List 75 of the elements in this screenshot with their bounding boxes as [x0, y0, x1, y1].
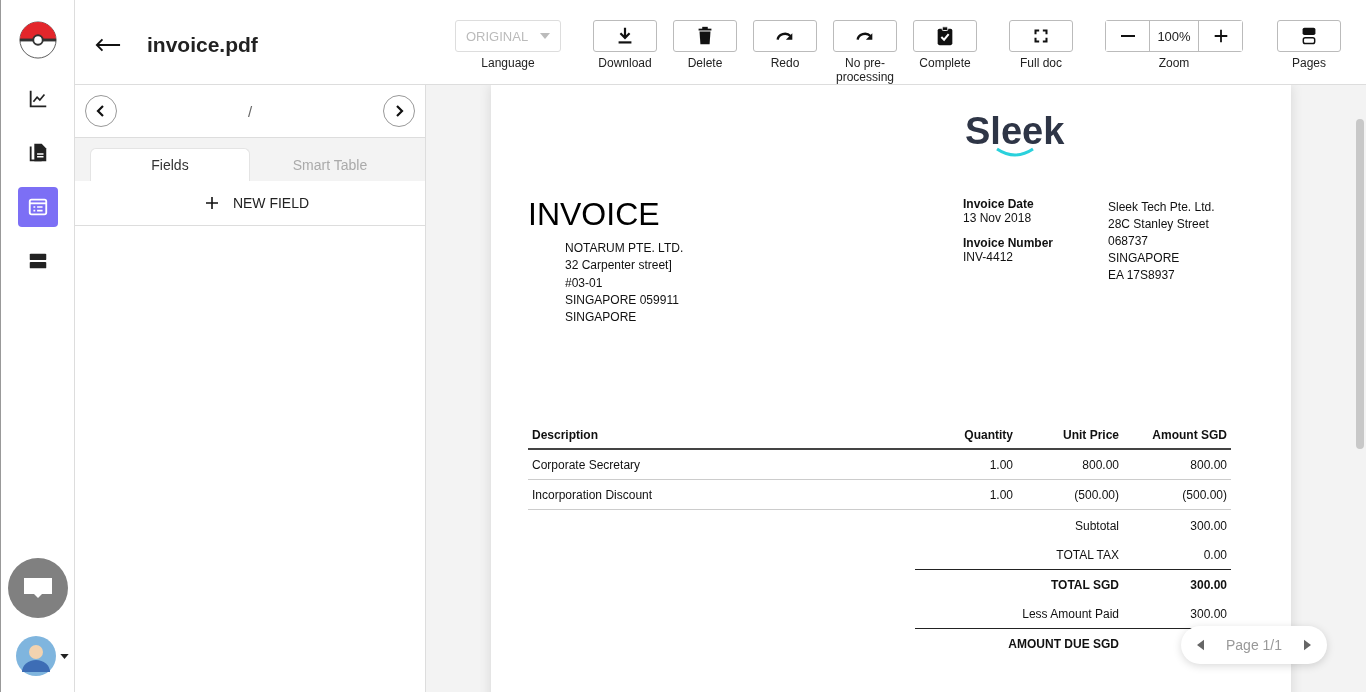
table-cell: (500.00) — [1123, 480, 1231, 511]
total-label: Less Amount Paid — [1021, 606, 1120, 624]
logo-text: Sleek — [965, 111, 1065, 151]
file-title: invoice.pdf — [147, 33, 258, 57]
back-arrow-icon[interactable] — [95, 38, 121, 52]
address-line: SINGAPORE — [565, 309, 638, 327]
fullscreen-button[interactable] — [1009, 20, 1073, 52]
new-field-button[interactable]: NEW FIELD — [198, 191, 316, 215]
form-icon[interactable] — [17, 187, 58, 227]
redo-button[interactable] — [753, 20, 817, 52]
tool-label: Redo — [770, 56, 800, 70]
table-cell: 800.00 — [1123, 450, 1231, 481]
tool-label: Zoom — [1158, 56, 1190, 70]
detail-label: Invoice Number — [963, 236, 1055, 250]
caret-icon — [540, 33, 550, 39]
address-line: #03-01 — [565, 274, 604, 292]
download-button[interactable] — [593, 20, 657, 52]
total-value: 0.00 — [1202, 547, 1228, 565]
table-cell: 800.00 — [1017, 450, 1123, 481]
table-cell: 1.00 — [915, 480, 1017, 511]
total-label: AMOUNT DUE SGD — [915, 628, 1123, 659]
table-cell: (500.00) — [1017, 480, 1123, 511]
previous-button[interactable] — [85, 95, 117, 127]
total-value: 300.00 — [1189, 518, 1228, 536]
smile-logo-icon — [994, 147, 1035, 157]
column-header: Amount SGD — [1123, 422, 1231, 451]
chat-bubble-icon[interactable] — [7, 558, 68, 618]
column-header: Unit Price — [1017, 422, 1123, 451]
address-line: 068737 — [1108, 233, 1150, 250]
clipboard-check-button[interactable] — [913, 20, 977, 52]
avatar-icon[interactable] — [16, 636, 56, 676]
chevron-left-icon — [96, 104, 106, 118]
plus-icon — [204, 196, 219, 210]
page-indicator: Page 1/1 — [1225, 637, 1283, 653]
previous-page-icon[interactable] — [1197, 639, 1204, 651]
table-cell: Corporate Secretary — [528, 450, 915, 481]
invoice-title: INVOICE — [528, 197, 661, 231]
address-line: EA 17S8937 — [1108, 267, 1176, 284]
tool-label: Download — [598, 56, 652, 70]
address-line: SINGAPORE — [1108, 250, 1181, 267]
total-value: 300.00 — [1189, 606, 1228, 624]
column-header: Description — [528, 422, 915, 451]
table-cell: Incorporation Discount — [528, 480, 915, 511]
tool-label: Delete — [687, 56, 723, 70]
address-line: NOTARUM PTE. LTD. — [565, 240, 685, 257]
column-header: Quantity — [915, 422, 1017, 451]
redo-button[interactable] — [833, 20, 897, 52]
total-value: 300.00 — [1123, 569, 1231, 600]
address-line: 32 Carpenter street] — [565, 257, 673, 275]
total-label: Subtotal — [1073, 518, 1120, 536]
address-line: SINGAPORE 059911 — [565, 291, 680, 309]
tool-label: Complete — [919, 56, 971, 70]
table-cell: 1.00 — [915, 450, 1017, 481]
pager-text: / — [247, 102, 253, 120]
tool-label: Pages — [1292, 56, 1326, 70]
ball-logo-icon — [18, 21, 57, 59]
tool-label: Language — [481, 56, 535, 70]
panel-tab[interactable]: Fields — [90, 148, 250, 181]
scrollbar[interactable] — [1356, 119, 1364, 449]
next-button[interactable] — [383, 95, 415, 127]
minus-icon — [1120, 35, 1135, 37]
tool-label: Full doc — [1020, 56, 1062, 70]
detail-value: INV-4412 — [963, 250, 1015, 264]
detail-label: Invoice Date — [963, 197, 1035, 211]
caret-icon[interactable] — [60, 653, 69, 659]
detail-value: 13 Nov 2018 — [963, 211, 1033, 225]
address-line: Sleek Tech Pte. Ltd. — [1108, 199, 1215, 216]
chevron-right-icon — [394, 104, 404, 118]
total-label: TOTAL SGD — [915, 569, 1123, 600]
next-page-icon[interactable] — [1304, 639, 1311, 651]
tool-label: No pre-processing — [835, 56, 895, 84]
address-line: 28C Stanley Street — [1108, 216, 1210, 233]
trash-button[interactable] — [673, 20, 737, 52]
pages-button[interactable] — [1277, 20, 1341, 52]
total-label: TOTAL TAX — [1055, 547, 1120, 565]
